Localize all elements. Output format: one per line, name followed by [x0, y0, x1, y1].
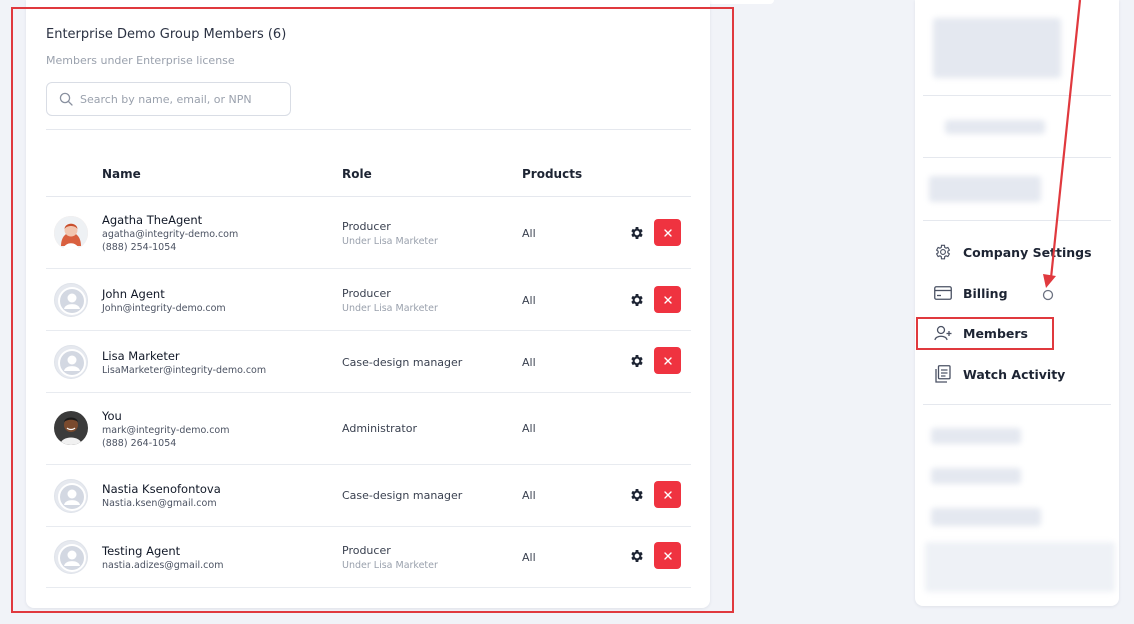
annotation-arrow — [1042, 0, 1082, 301]
